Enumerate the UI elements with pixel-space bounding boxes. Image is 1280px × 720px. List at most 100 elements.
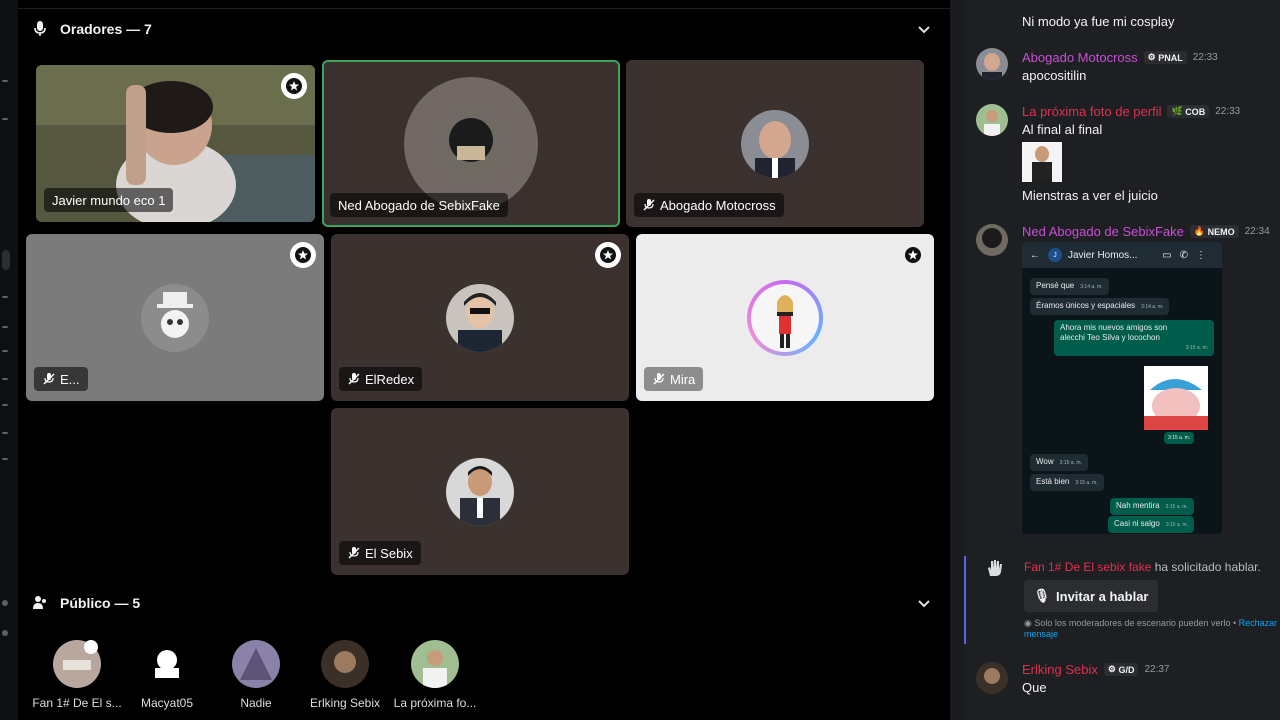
speaker-name: ElRedex <box>365 371 415 387</box>
whatsapp-header: ← J Javier Homos... ▭✆⋮ <box>1022 242 1222 268</box>
message-text: Al final al final <box>1022 122 1103 137</box>
chat-bubble: Éramos únicos y espaciales 3:14 a. m. <box>1030 298 1170 315</box>
speaker-name: E... <box>60 371 80 387</box>
message-header: Ned Abogado de SebixFake 🔥 NEMO 22:34 <box>1022 224 1270 239</box>
username[interactable]: Erlking Sebix <box>1022 662 1098 677</box>
username[interactable]: La próxima foto de perfil <box>1022 104 1161 119</box>
username[interactable]: Ned Abogado de SebixFake <box>1022 224 1184 239</box>
attached-image[interactable] <box>1022 142 1062 182</box>
rail-mark <box>2 432 8 434</box>
avatar[interactable] <box>976 224 1008 256</box>
message-header: Abogado Motocross ⚙ PNAL 22:33 <box>1022 50 1218 65</box>
stage-chat-panel: Ni modo ya fue mi cosplay Abogado Motocr… <box>964 0 1280 720</box>
message-header: Erlking Sebix ⚙ G/D 22:37 <box>1022 662 1170 677</box>
avatar[interactable] <box>976 662 1008 694</box>
server-tag-badge: ⚙ PNAL <box>1143 51 1187 64</box>
audience-name: La próxima fo... <box>393 696 477 710</box>
avatar <box>411 640 459 688</box>
speaker-name-tag: E... <box>34 367 88 391</box>
avatar <box>321 640 369 688</box>
rail-mark <box>2 296 8 298</box>
avatar <box>141 283 209 352</box>
mic-muted-icon <box>653 373 665 385</box>
server-rail-edge <box>0 0 18 720</box>
speaker-name: Ned Abogado de SebixFake <box>338 197 500 213</box>
chat-bubble: Nah mentira 3:15 a. m. <box>1110 498 1194 515</box>
rail-mark <box>2 458 8 460</box>
message-text: Mienstras a ver el juicio <box>1022 188 1158 203</box>
server-tag-badge: 🔥 NEMO <box>1189 225 1239 238</box>
speaker-tile[interactable]: El Sebix <box>331 408 629 575</box>
speaker-tile[interactable]: E... <box>26 234 324 401</box>
speaker-name-tag: Javier mundo eco 1 <box>44 188 174 212</box>
attached-screenshot[interactable]: ← J Javier Homos... ▭✆⋮ Pensé que 3:14 a.… <box>1022 242 1222 534</box>
audience-icon <box>32 595 48 611</box>
rail-dot <box>2 600 8 606</box>
chat-bubble: Está bien 3:15 a. m. <box>1030 474 1104 491</box>
moderator-badge-icon <box>900 242 926 268</box>
rail-mark <box>2 378 8 380</box>
avatar[interactable] <box>976 104 1008 136</box>
request-text: Fan 1# De El sebix fake ha solicitado ha… <box>1024 560 1261 574</box>
speaker-tile[interactable]: Ned Abogado de SebixFake <box>322 60 620 227</box>
stage-panel: Oradores — 7 Javier mundo eco 1 Ned Abog… <box>18 0 950 720</box>
chevron-down-icon[interactable] <box>916 21 932 37</box>
sticker-image <box>1144 366 1208 430</box>
speaker-tile-video[interactable]: Javier mundo eco 1 <box>36 65 315 222</box>
avatar[interactable] <box>976 48 1008 80</box>
panel-divider[interactable] <box>950 0 964 720</box>
rail-dot <box>2 630 8 636</box>
server-tag-badge: ⚙ G/D <box>1103 663 1139 676</box>
avatar <box>143 640 191 688</box>
timestamp: 22:37 <box>1144 664 1170 675</box>
moderator-badge-icon <box>290 242 316 268</box>
audience-name: Macyat05 <box>140 696 194 710</box>
username[interactable]: Fan 1# De El sebix fake <box>1024 560 1151 574</box>
audience-member[interactable]: Fan 1# De El s... <box>32 640 122 710</box>
audience-member[interactable]: Macyat05 <box>122 640 212 710</box>
rail-mark <box>2 404 8 406</box>
avatar <box>437 109 505 178</box>
chevron-down-icon[interactable] <box>916 595 932 611</box>
mic-muted-icon <box>348 547 360 559</box>
rail-mark <box>2 118 8 120</box>
chat-bubble: Casi ni salgo 3:15 a. m. <box>1108 516 1195 533</box>
message-header: La próxima foto de perfil 🌿 COB 22:33 <box>1022 104 1240 119</box>
speakers-header[interactable]: Oradores — 7 <box>32 18 932 40</box>
contact-avatar: J <box>1048 248 1062 262</box>
message-text: apocositilin <box>1022 68 1087 83</box>
message-text: Que <box>1022 680 1047 695</box>
rail-mark <box>2 80 8 82</box>
top-divider <box>18 8 950 9</box>
avatar <box>751 283 819 352</box>
audience-member[interactable]: Nadie <box>211 640 301 710</box>
audience-member[interactable]: La próxima fo... <box>390 640 480 710</box>
invite-to-speak-button[interactable]: 🎙 Invitar a hablar <box>1024 580 1158 612</box>
speaker-name: Abogado Motocross <box>660 197 776 213</box>
chat-bubble: Ahora mis nuevos amigos son alecchi Teo S… <box>1054 320 1214 356</box>
username[interactable]: Abogado Motocross <box>1022 50 1138 65</box>
rail-selected-mark <box>2 250 10 270</box>
chat-bubble: Wow 3:15 a. m. <box>1030 454 1088 471</box>
speakers-title: Oradores — 7 <box>60 21 152 37</box>
audience-header[interactable]: Público — 5 <box>32 592 932 614</box>
speaker-name: El Sebix <box>365 545 413 561</box>
avatar <box>446 457 514 526</box>
timestamp: 22:33 <box>1215 106 1241 117</box>
mic-muted-icon <box>43 373 55 385</box>
audience-member[interactable]: Erlking Sebix <box>300 640 390 710</box>
speaker-tile[interactable]: Abogado Motocross <box>626 60 924 227</box>
audience-title: Público — 5 <box>60 595 141 611</box>
speaker-tile[interactable]: ElRedex <box>331 234 629 401</box>
rail-mark <box>2 350 8 352</box>
speaker-name: Javier mundo eco 1 <box>52 192 166 208</box>
speaker-name-tag: Abogado Motocross <box>634 193 784 217</box>
moderator-only-note: ◉ Solo los moderadores de escenario pued… <box>1024 618 1278 639</box>
chat-bubble: Pensé que 3:14 a. m. <box>1030 278 1109 295</box>
rail-mark <box>2 326 8 328</box>
raised-hand-icon <box>84 640 98 654</box>
speaker-name-tag: Ned Abogado de SebixFake <box>330 193 508 217</box>
raised-hand-icon <box>984 558 1004 578</box>
server-tag-badge: 🌿 COB <box>1167 105 1210 118</box>
speaker-tile[interactable]: Mira <box>636 234 934 401</box>
